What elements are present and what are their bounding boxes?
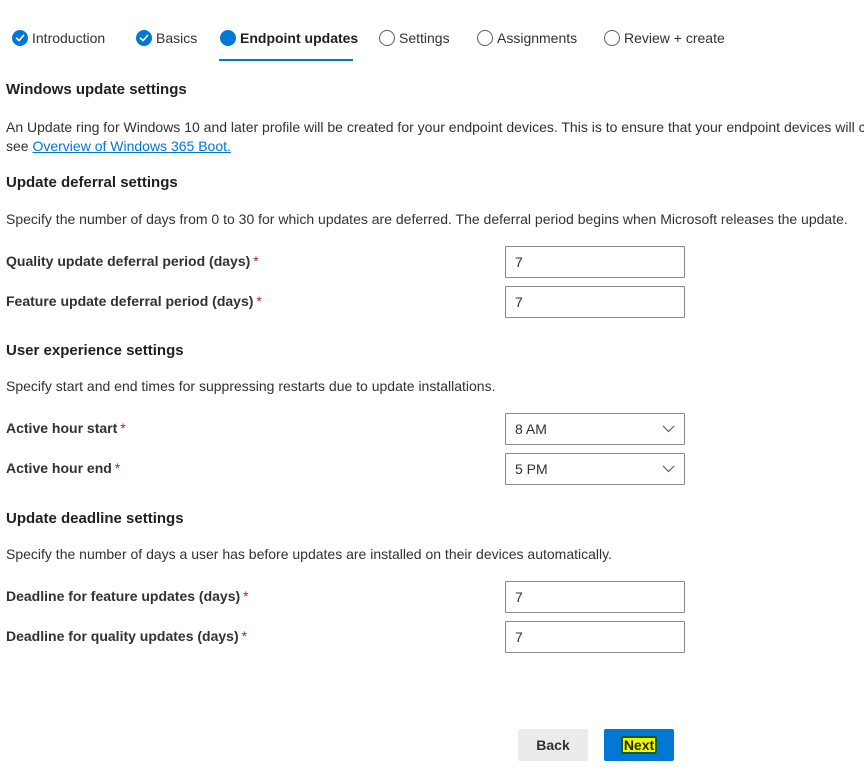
description-prefix: see xyxy=(6,138,33,154)
label-text: Deadline for quality updates (days) xyxy=(6,628,239,644)
quality-deferral-input[interactable]: 7 xyxy=(505,246,685,278)
required-marker: * xyxy=(256,293,262,309)
required-marker: * xyxy=(120,420,126,436)
active-step-underline xyxy=(219,59,353,61)
step-label: Settings xyxy=(399,30,450,46)
empty-circle-icon xyxy=(477,30,493,46)
windows-update-description-line2: see Overview of Windows 365 Boot. xyxy=(6,137,231,156)
quality-deferral-label: Quality update deferral period (days) * xyxy=(6,253,259,269)
step-review-create[interactable]: Review + create xyxy=(604,26,725,50)
active-hour-start-label: Active hour start * xyxy=(6,420,126,436)
deadline-feature-input[interactable]: 7 xyxy=(505,581,685,613)
label-text: Active hour end xyxy=(6,460,112,476)
step-label: Basics xyxy=(156,30,198,46)
step-basics[interactable]: Basics xyxy=(136,26,197,50)
step-label: Introduction xyxy=(32,30,106,46)
required-marker: * xyxy=(114,460,121,476)
step-settings[interactable]: Settings xyxy=(379,26,450,50)
checkmark-icon xyxy=(136,30,152,46)
label-text: Quality update deferral period (days) xyxy=(6,253,251,269)
empty-circle-icon xyxy=(604,30,620,46)
section-heading-windows-update: Windows update settings xyxy=(6,81,187,98)
deadline-description: Specify the number of days a user has be… xyxy=(6,546,612,562)
required-marker: * xyxy=(241,628,248,644)
checkmark-icon xyxy=(12,30,28,46)
chevron-down-icon xyxy=(661,422,675,436)
step-assignments[interactable]: Assignments xyxy=(477,26,577,50)
label-text: Active hour start xyxy=(6,420,118,436)
deferral-description: Specify the number of days from 0 to 30 … xyxy=(6,211,848,227)
selected-value: 8 AM xyxy=(515,421,547,437)
deadline-quality-label: Deadline for quality updates (days) * xyxy=(6,628,247,644)
feature-deferral-input[interactable]: 7 xyxy=(505,286,685,318)
feature-deferral-label: Feature update deferral period (days) * xyxy=(6,293,262,309)
step-label: Endpoint updates xyxy=(240,30,359,46)
empty-circle-icon xyxy=(379,30,395,46)
wizard-steps: Introduction Basics Endpoint updates Set… xyxy=(0,0,864,62)
overview-windows-365-boot-link[interactable]: Overview of Windows 365 Boot. xyxy=(32,138,230,154)
step-endpoint-updates[interactable]: Endpoint updates xyxy=(220,26,358,50)
selected-value: 5 PM xyxy=(515,461,548,477)
back-button[interactable]: Back xyxy=(518,729,588,761)
active-hour-end-dropdown[interactable]: 5 PM xyxy=(505,453,685,485)
user-experience-description: Specify start and end times for suppress… xyxy=(6,378,496,394)
next-button-label: Next xyxy=(620,736,658,754)
label-text: Deadline for feature updates (days) xyxy=(6,588,241,604)
required-marker: * xyxy=(253,253,259,269)
current-step-dot-icon xyxy=(220,30,236,46)
step-label: Assignments xyxy=(497,30,578,46)
next-button[interactable]: Next xyxy=(604,729,674,761)
windows-update-description: An Update ring for Windows 10 and later … xyxy=(6,119,864,135)
active-hour-end-label: Active hour end * xyxy=(6,460,120,476)
step-introduction[interactable]: Introduction xyxy=(12,26,105,50)
step-label: Review + create xyxy=(624,30,725,46)
chevron-down-icon xyxy=(661,462,675,476)
deadline-quality-input[interactable]: 7 xyxy=(505,621,685,653)
active-hour-start-dropdown[interactable]: 8 AM xyxy=(505,413,685,445)
required-marker: * xyxy=(243,588,249,604)
section-heading-update-deadline: Update deadline settings xyxy=(6,510,184,527)
section-heading-user-experience: User experience settings xyxy=(6,342,184,359)
label-text: Feature update deferral period (days) xyxy=(6,293,254,309)
deadline-feature-label: Deadline for feature updates (days) * xyxy=(6,588,249,604)
section-heading-update-deferral: Update deferral settings xyxy=(6,174,178,191)
